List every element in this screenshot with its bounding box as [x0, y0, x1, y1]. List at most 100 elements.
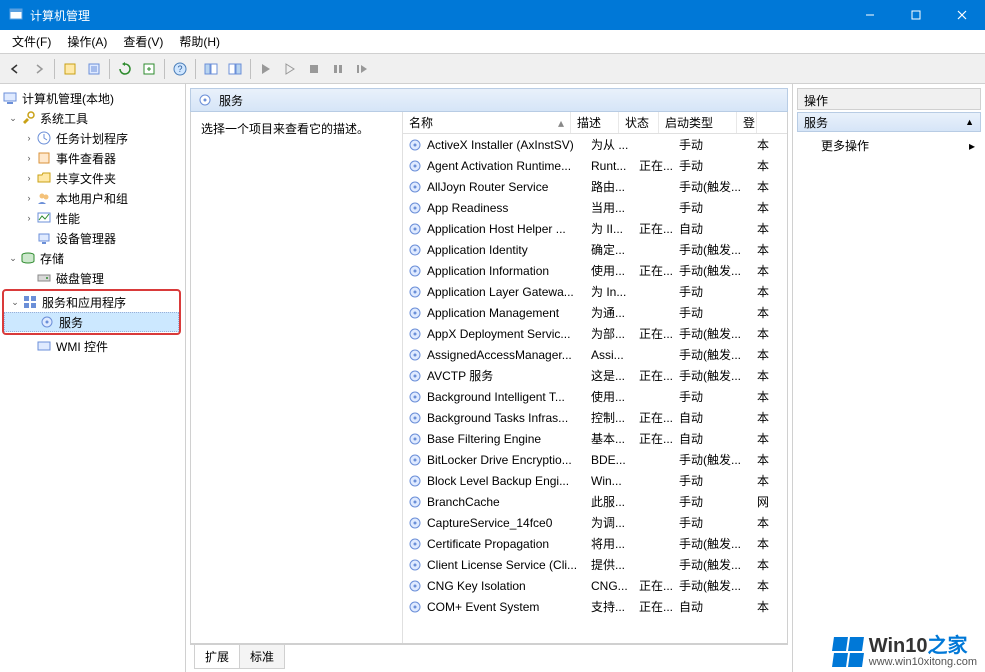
service-row[interactable]: CNG Key IsolationCNG...正在...手动(触发...本 — [403, 575, 787, 596]
service-desc: 为从 ... — [591, 136, 639, 153]
service-row[interactable]: Base Filtering Engine基本...正在...自动本 — [403, 428, 787, 449]
tree-shared-folders[interactable]: › 共享文件夹 — [0, 168, 185, 188]
service-row[interactable]: AllJoyn Router Service路由...手动(触发...本 — [403, 176, 787, 197]
service-row[interactable]: COM+ Event System支持...正在...自动本 — [403, 596, 787, 617]
service-startup: 自动 — [679, 598, 757, 615]
forward-button[interactable] — [28, 58, 50, 80]
service-row[interactable]: Application Information使用...正在...手动(触发..… — [403, 260, 787, 281]
service-row[interactable]: Background Intelligent T...使用...手动本 — [403, 386, 787, 407]
help-button[interactable]: ? — [169, 58, 191, 80]
service-row[interactable]: Application Layer Gatewa...为 In...手动本 — [403, 281, 787, 302]
back-button[interactable] — [4, 58, 26, 80]
restart-button[interactable] — [351, 58, 373, 80]
gear-icon — [407, 452, 423, 468]
tree-storage[interactable]: ⌄ 存储 — [0, 248, 185, 268]
gear-icon — [407, 200, 423, 216]
export-button[interactable] — [138, 58, 160, 80]
service-row[interactable]: Application Identity确定...手动(触发...本 — [403, 239, 787, 260]
service-row[interactable]: BranchCache此服...手动网 — [403, 491, 787, 512]
column-startup[interactable]: 启动类型 — [659, 112, 737, 133]
service-status: 正在... — [639, 367, 679, 384]
gear-icon — [407, 347, 423, 363]
expand-icon[interactable]: › — [22, 131, 36, 145]
menu-view[interactable]: 查看(V) — [115, 30, 171, 53]
tree-performance[interactable]: › 性能 — [0, 208, 185, 228]
service-startup: 手动(触发... — [679, 535, 757, 552]
tree-services-apps[interactable]: ⌄ 服务和应用程序 — [4, 292, 179, 312]
start-service-button[interactable] — [255, 58, 277, 80]
service-startup: 手动 — [679, 136, 757, 153]
collapse-icon[interactable]: ⌄ — [6, 251, 20, 265]
expand-icon[interactable]: › — [22, 151, 36, 165]
service-row[interactable]: Client License Service (Cli...提供...手动(触发… — [403, 554, 787, 575]
tree-system-tools[interactable]: ⌄ 系统工具 — [0, 108, 185, 128]
gear-icon — [39, 314, 55, 330]
menu-help[interactable]: 帮助(H) — [171, 30, 228, 53]
service-startup: 手动 — [679, 472, 757, 489]
service-name: Base Filtering Engine — [427, 432, 591, 446]
service-row[interactable]: Block Level Backup Engi...Win...手动本 — [403, 470, 787, 491]
menu-file[interactable]: 文件(F) — [4, 30, 59, 53]
minimize-button[interactable] — [847, 0, 893, 30]
toolbar-separator — [250, 59, 251, 79]
tree-task-scheduler[interactable]: › 任务计划程序 — [0, 128, 185, 148]
service-row[interactable]: Agent Activation Runtime...Runt...正在...手… — [403, 155, 787, 176]
actions-section-services[interactable]: 服务 ▲ — [797, 112, 981, 132]
tree-services[interactable]: 服务 — [4, 312, 179, 332]
computer-icon — [2, 90, 18, 106]
service-desc: 使用... — [591, 262, 639, 279]
refresh-button[interactable] — [114, 58, 136, 80]
service-row[interactable]: Application Host Helper ...为 II...正在...自… — [403, 218, 787, 239]
service-row[interactable]: ActiveX Installer (AxInstSV)为从 ...手动本 — [403, 134, 787, 155]
show-hide-actions-button[interactable] — [224, 58, 246, 80]
properties-button[interactable] — [59, 58, 81, 80]
stop-button[interactable] — [303, 58, 325, 80]
expand-icon[interactable]: › — [22, 211, 36, 225]
service-row[interactable]: Application Management为通...手动本 — [403, 302, 787, 323]
maximize-button[interactable] — [893, 0, 939, 30]
window-titlebar: 计算机管理 — [0, 0, 985, 30]
tree-wmi[interactable]: WMI 控件 — [0, 336, 185, 356]
tree-local-users[interactable]: › 本地用户和组 — [0, 188, 185, 208]
column-status[interactable]: 状态 — [619, 112, 659, 133]
expand-icon[interactable]: › — [22, 191, 36, 205]
tree-event-viewer[interactable]: › 事件查看器 — [0, 148, 185, 168]
service-row[interactable]: CaptureService_14fce0为调...手动本 — [403, 512, 787, 533]
tree-disk-mgmt[interactable]: 磁盘管理 — [0, 268, 185, 288]
tree-device-manager[interactable]: 设备管理器 — [0, 228, 185, 248]
close-button[interactable] — [939, 0, 985, 30]
tree-wmi-label: WMI 控件 — [56, 338, 108, 355]
tree-root[interactable]: 计算机管理(本地) — [0, 88, 185, 108]
service-row[interactable]: Certificate Propagation将用...手动(触发...本 — [403, 533, 787, 554]
tab-extended[interactable]: 扩展 — [194, 645, 240, 669]
tab-standard[interactable]: 标准 — [239, 645, 285, 669]
actions-more[interactable]: 更多操作 ▸ — [797, 132, 981, 159]
service-row[interactable]: AVCTP 服务这是...正在...手动(触发...本 — [403, 365, 787, 386]
app-icon — [8, 7, 24, 23]
service-row[interactable]: BitLocker Drive Encryptio...BDE...手动(触发.… — [403, 449, 787, 470]
service-row[interactable]: Background Tasks Infras...控制...正在...自动本 — [403, 407, 787, 428]
column-name[interactable]: 名称▴ — [403, 112, 571, 133]
service-name: Application Management — [427, 306, 591, 320]
menu-action[interactable]: 操作(A) — [59, 30, 115, 53]
service-desc: 这是... — [591, 367, 639, 384]
service-name: Background Intelligent T... — [427, 390, 591, 404]
service-row[interactable]: App Readiness当用...手动本 — [403, 197, 787, 218]
service-row[interactable]: AssignedAccessManager...Assi...手动(触发...本 — [403, 344, 787, 365]
chevron-right-icon: ▸ — [969, 139, 975, 153]
details-button[interactable] — [83, 58, 105, 80]
navigation-tree[interactable]: 计算机管理(本地) ⌄ 系统工具 › 任务计划程序 › 事件查看器 › 共享文件… — [0, 84, 186, 672]
collapse-icon[interactable]: ⌄ — [6, 111, 20, 125]
service-row[interactable]: AppX Deployment Servic...为部...正在...手动(触发… — [403, 323, 787, 344]
pause-button[interactable] — [327, 58, 349, 80]
services-list[interactable]: 名称▴ 描述 状态 启动类型 登 ActiveX Installer (AxIn… — [403, 112, 787, 643]
tree-local-users-label: 本地用户和组 — [56, 190, 128, 207]
column-desc[interactable]: 描述 — [571, 112, 619, 133]
column-logon[interactable]: 登 — [737, 112, 757, 133]
gear-icon — [407, 284, 423, 300]
collapse-icon[interactable]: ⌄ — [8, 295, 22, 309]
toolbar-separator — [195, 59, 196, 79]
expand-icon[interactable]: › — [22, 171, 36, 185]
play-button[interactable] — [279, 58, 301, 80]
show-hide-tree-button[interactable] — [200, 58, 222, 80]
